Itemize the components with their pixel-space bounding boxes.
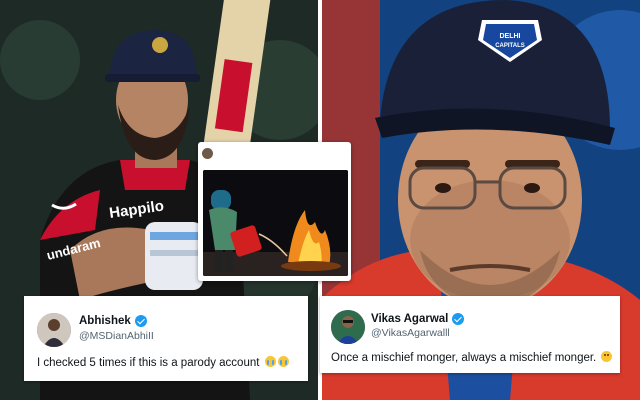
avatar[interactable]: [37, 313, 71, 347]
avatar-image: [37, 313, 71, 347]
tweet-author-name-text: Abhishek: [79, 315, 131, 327]
meme-collage: Happilo undaram DELHI CAPITALS Abhishek …: [0, 0, 640, 400]
tweet-text-content: I checked 5 times if this is a parody ac…: [37, 357, 260, 369]
tweet-author-name[interactable]: Abhishek: [79, 315, 147, 327]
verified-badge-icon: [134, 315, 147, 327]
embedded-tweet-text: [198, 161, 351, 169]
tweet-text: I checked 5 times if this is a parody ac…: [37, 356, 289, 369]
embedded-tweet-header: [198, 142, 351, 161]
tweet-card-abhishek[interactable]: Abhishek @MSDianAbhiII I checked 5 times…: [24, 296, 308, 381]
svg-text:CAPITALS: CAPITALS: [495, 43, 525, 49]
svg-text:DELHI: DELHI: [500, 33, 521, 40]
loudly-crying-face-icon: [264, 356, 276, 367]
loudly-crying-face-icon: [277, 356, 289, 367]
grinning-face-with-sweat-icon: [601, 351, 613, 362]
tweet-text: Once a mischief monger, always a mischie…: [331, 351, 613, 364]
tweet-author-handle[interactable]: @VikasAgarwalll: [371, 327, 450, 339]
embedded-tweet-avatar: [202, 147, 213, 159]
fire-image: [203, 170, 348, 276]
tweet-author-handle[interactable]: @MSDianAbhiII: [79, 330, 154, 342]
avatar-image: [331, 310, 365, 344]
embedded-tweet-screenshot: [198, 142, 351, 281]
tweet-author-name-text: Vikas Agarwal: [371, 313, 449, 325]
verified-badge-icon: [452, 313, 465, 325]
embedded-tweet-media: [203, 170, 348, 276]
avatar[interactable]: [331, 310, 365, 344]
tweet-card-vikas-agarwal[interactable]: Vikas Agarwal @VikasAgarwalll Once a mis…: [320, 296, 620, 373]
tweet-author-name[interactable]: Vikas Agarwal: [371, 313, 465, 325]
tweet-text-content: Once a mischief monger, always a mischie…: [331, 352, 597, 364]
